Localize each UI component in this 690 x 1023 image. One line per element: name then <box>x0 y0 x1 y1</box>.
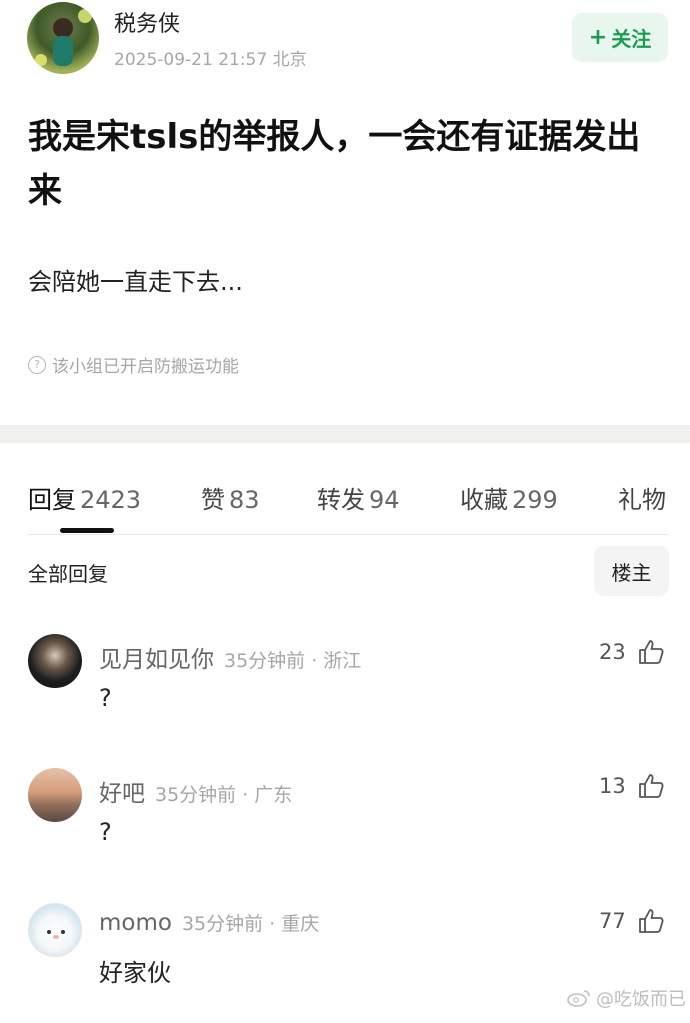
tab-reposts[interactable]: 转发 94 <box>317 480 400 515</box>
tab-favorites[interactable]: 收藏 299 <box>460 480 558 515</box>
author-avatar[interactable] <box>27 2 99 74</box>
comment-text: ? <box>99 684 112 712</box>
tab-replies[interactable]: 回复 2423 <box>28 480 141 515</box>
watermark-text: @吃饭而已 <box>596 989 686 1010</box>
tab-label: 收藏 <box>460 486 508 514</box>
plus-icon: + <box>588 25 608 50</box>
weibo-icon <box>567 990 590 1007</box>
commenter-avatar[interactable] <box>28 634 82 688</box>
comment-item: 见月如见你 35分钟前 · 浙江 23 ? <box>0 634 690 754</box>
follow-button[interactable]: + 关注 <box>572 13 668 62</box>
commenter-name[interactable]: 好吧 35分钟前 · 广东 <box>99 774 292 808</box>
tab-count: 299 <box>512 486 558 514</box>
commenter-avatar[interactable] <box>28 903 82 957</box>
commenter-avatar[interactable] <box>28 768 82 822</box>
commenter-name[interactable]: 见月如见你 35分钟前 · 浙江 <box>99 640 361 674</box>
comment-text: ? <box>99 818 112 846</box>
all-replies-label: 全部回复 <box>28 562 108 586</box>
thumbs-up-icon[interactable] <box>637 907 665 935</box>
thumbs-up-icon[interactable] <box>637 772 665 800</box>
comment-meta: 35分钟前 · 重庆 <box>181 913 320 935</box>
anti-repost-notice: ? 该小组已开启防搬运功能 <box>28 352 239 377</box>
question-circle-icon: ? <box>28 355 46 374</box>
tab-gifts[interactable]: 礼物 <box>618 480 666 515</box>
commenter-name-text: momo <box>99 910 172 936</box>
comment-meta: 35分钟前 · 浙江 <box>224 650 362 672</box>
post-meta: 2025-09-21 21:57 北京 <box>114 50 307 70</box>
post-title: 我是宋tsls的举报人，一会还有证据发出来 <box>28 117 641 211</box>
active-tab-indicator <box>60 528 114 533</box>
comment-item: 好吧 35分钟前 · 广东 13 ? <box>0 768 690 888</box>
interaction-tabs: 回复 2423 赞 83 转发 94 收藏 299 礼物 <box>0 470 690 535</box>
thumbs-up-icon[interactable] <box>637 638 665 666</box>
commenter-name-text: 见月如见你 <box>99 647 214 673</box>
tab-label: 回复 <box>28 486 76 514</box>
post-header: 税务侠 2025-09-21 21:57 北京 + 关注 我是宋tsls的举报人… <box>0 0 690 425</box>
post-body: 会陪她一直走下去... <box>28 268 243 296</box>
tab-count: 94 <box>369 486 400 514</box>
tabs-divider <box>28 534 668 535</box>
like-count: 23 <box>599 640 626 664</box>
like-count: 13 <box>599 774 626 798</box>
commenter-name[interactable]: momo 35分钟前 · 重庆 <box>99 909 319 936</box>
follow-label: 关注 <box>611 27 652 51</box>
like-count: 77 <box>599 909 626 933</box>
tab-likes[interactable]: 赞 83 <box>201 480 260 515</box>
author-name[interactable]: 税务侠 <box>114 6 180 38</box>
comment-meta: 35分钟前 · 广东 <box>155 784 293 806</box>
tab-label: 赞 <box>201 486 225 514</box>
tab-count: 83 <box>229 486 260 514</box>
tab-label: 礼物 <box>618 486 666 514</box>
commenter-name-text: 好吧 <box>99 781 145 807</box>
notice-text: 该小组已开启防搬运功能 <box>52 357 239 377</box>
owner-only-button[interactable]: 楼主 <box>594 546 669 596</box>
tab-count: 2423 <box>80 486 142 514</box>
watermark: @吃饭而已 <box>566 985 686 1011</box>
tab-label: 转发 <box>317 486 365 514</box>
section-divider <box>0 425 690 443</box>
comment-text: 好家伙 <box>99 959 171 987</box>
